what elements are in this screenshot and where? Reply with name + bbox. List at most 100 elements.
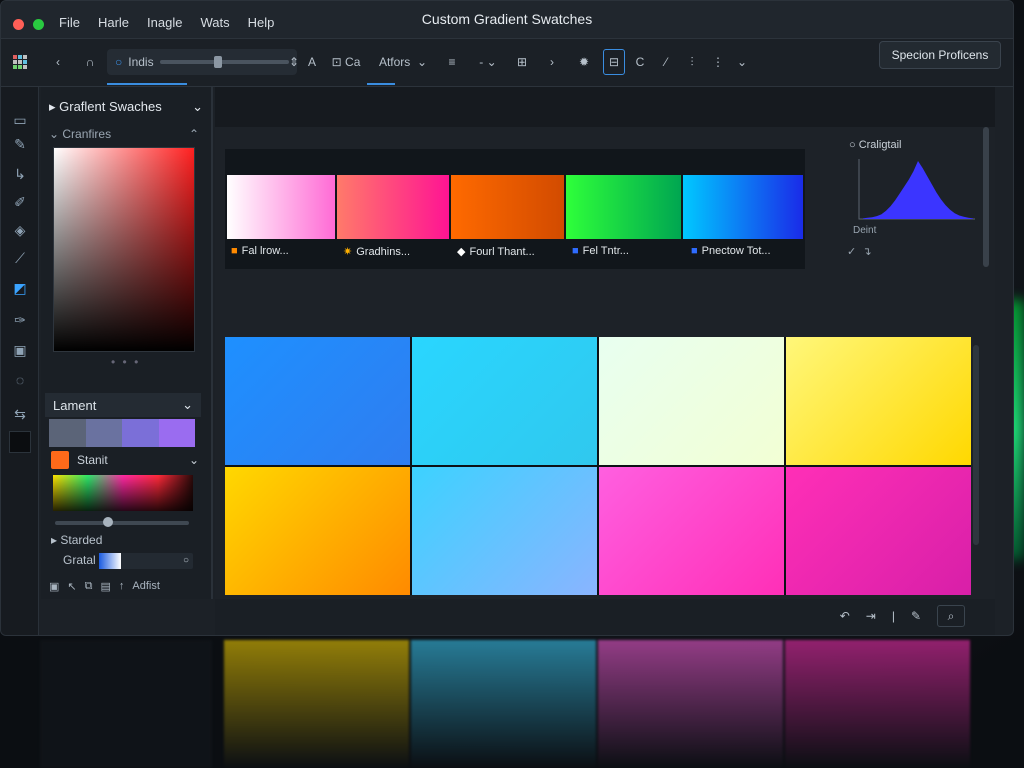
back-arrow-icon[interactable]: ‹ [47,49,69,75]
chevron-down-icon[interactable]: ⌄ [731,49,753,75]
gradient-swatch[interactable] [227,175,335,239]
chevron-down-icon[interactable]: ⌄ [192,99,203,115]
gradient-swatch[interactable] [451,175,564,239]
grid-swatch[interactable] [599,467,784,595]
cursor-icon[interactable]: ↖ [67,580,76,593]
lament-gradient-bar[interactable] [49,419,195,447]
swap-arrows-icon[interactable]: ⇆ [9,403,31,425]
vertical-scrollbar[interactable] [983,127,989,267]
grid-swatch[interactable] [599,337,784,465]
start-label: Stanit [77,453,108,467]
line-tool-icon[interactable]: ⟋ [9,247,31,269]
align-icon[interactable]: ⫶ [681,49,703,75]
reflected-swatch [598,640,783,768]
start-row[interactable]: Stanit ⌄ [51,449,199,471]
grid-menu-icon[interactable] [9,49,31,75]
dropdown-dash[interactable]: - ⌄ [471,49,505,75]
histogram-controls[interactable]: ✓ ↴ [847,245,872,258]
feather-tool-icon[interactable]: ✑ [9,309,31,331]
spectrum-field[interactable] [53,475,193,511]
redo-icon[interactable]: ⇥ [866,609,876,623]
lament-stop [158,419,195,447]
toolbar: ‹ ∩ ○ Indis ⇕ A ⊡ Ca Atfors ⌄ ≡ - ⌄ ⊞ › … [1,39,1013,87]
gratal-field[interactable] [99,553,193,569]
frame-tool-icon[interactable]: ▣ [9,339,31,361]
histogram-axis-label: Deint [853,225,877,236]
play-icon[interactable]: › [541,49,563,75]
opacity-slider-knob[interactable] [103,517,113,527]
actions-dropdown[interactable]: Atfors ⌄ [369,49,437,75]
pin-icon[interactable]: ↑ [119,580,125,592]
indis-slider-knob[interactable] [213,56,222,68]
grid-swatch[interactable] [225,337,410,465]
gradient-tool-icon[interactable]: ◩ [9,277,31,299]
text-tool[interactable]: A [301,49,323,75]
gratal-chip[interactable] [99,553,121,569]
brush-tool-icon[interactable]: ✎ [9,133,31,155]
magnifier-icon: ⌕ [947,608,955,623]
rectangle-tool-icon[interactable]: ▭ [9,109,31,131]
picture-icon[interactable]: ▣ [49,580,59,593]
tablet-icon[interactable]: ▤ [100,580,110,593]
arch-icon[interactable]: ∩ [79,49,101,75]
panel-header[interactable]: ▸ Graflent Swaches ⌄ [41,95,211,119]
grid-swatch[interactable] [786,467,971,595]
swatch-label: ■ Fel Tntr... [572,245,629,257]
grid-swatch[interactable] [786,337,971,465]
indis-slider[interactable]: ○ Indis [107,49,297,75]
start-color-swatch[interactable] [51,451,69,469]
pen-tool-icon[interactable]: ✐ [9,191,31,213]
chevron-down-icon: ⌄ [486,55,497,69]
grid-swatch[interactable] [412,337,597,465]
opacity-slider[interactable] [55,517,189,527]
lasso-tool-icon[interactable]: ◌ [9,369,31,391]
arrow-icon[interactable]: ↴ [862,246,871,258]
gradient-swatch[interactable] [683,175,803,239]
chevron-down-icon: ⌄ [416,55,428,69]
zoom-button[interactable]: ⌕ [937,605,965,627]
more-vertical-icon[interactable]: ⋮ [707,49,729,75]
bucket-tool-icon[interactable]: ◈ [9,219,31,241]
subsection-label: ⌄ Cranfires [49,127,112,141]
copy-icon[interactable]: ⧉ [85,580,93,593]
tool-palette: ▭ ✎ ↳ ✐ ◈ ⟋ ◩ ✑ ▣ ◌ ⇆ [1,87,39,635]
brush-icon[interactable]: ✎ [911,609,921,623]
gear-icon[interactable]: ✹ [573,49,595,75]
reflected-swatch [224,640,409,768]
list-icon[interactable]: ≡ [441,49,463,75]
subsection-header[interactable]: ⌄ Cranfires ⌃ [49,127,199,141]
actions-label: Atfors [378,55,411,69]
checkmark-icon[interactable]: ✓ [847,246,856,258]
grid-swatch[interactable] [225,467,410,595]
chevron-down-icon[interactable]: ⌄ [189,453,199,467]
circle-icon[interactable]: ○ [183,555,189,566]
eyedropper-icon[interactable]: ⁄ [655,49,677,75]
lament-label: Lament [53,397,97,413]
frame-icon[interactable]: ⊞ [511,49,533,75]
undo-icon[interactable]: ↶ [840,609,850,623]
grid-swatch[interactable] [412,467,597,595]
specion-proficens-button[interactable]: Specion Proficens [879,41,1001,69]
status-bar: ↶ ⇥ | ✎ ⌕ [215,599,995,635]
reflected-panel [40,640,212,768]
color-picker-field[interactable] [53,147,195,352]
indis-label: Indis [128,55,154,69]
chevron-up-icon[interactable]: ⌃ [189,127,199,141]
adjust-label[interactable]: Adfist [132,580,160,592]
gradient-swatch[interactable] [337,175,449,239]
reflected-swatch [411,640,596,768]
select-tool-icon[interactable]: ↳ [9,163,31,185]
window-title: Custom Gradient Swatches [421,11,593,27]
panel-footer: ▣ ↖ ⧉ ▤ ↑ Adfist [41,575,211,597]
grid-scrollbar[interactable] [973,345,979,545]
indis-slider-track[interactable] [159,56,289,68]
crop-field[interactable]: ⊡ Ca [327,49,365,75]
pages-icon[interactable]: ⊟ [603,49,625,75]
gradient-swatch[interactable] [566,175,681,239]
lament-dropdown[interactable]: Lament ⌄ [45,393,201,417]
refresh-icon[interactable]: C [629,49,651,75]
screen-reflection [0,640,1014,768]
color-chip[interactable] [9,431,31,453]
more-dots-icon[interactable]: • • • [111,355,140,369]
app-window: File Harle Inagle Wats Help Custom Gradi… [0,0,1014,636]
